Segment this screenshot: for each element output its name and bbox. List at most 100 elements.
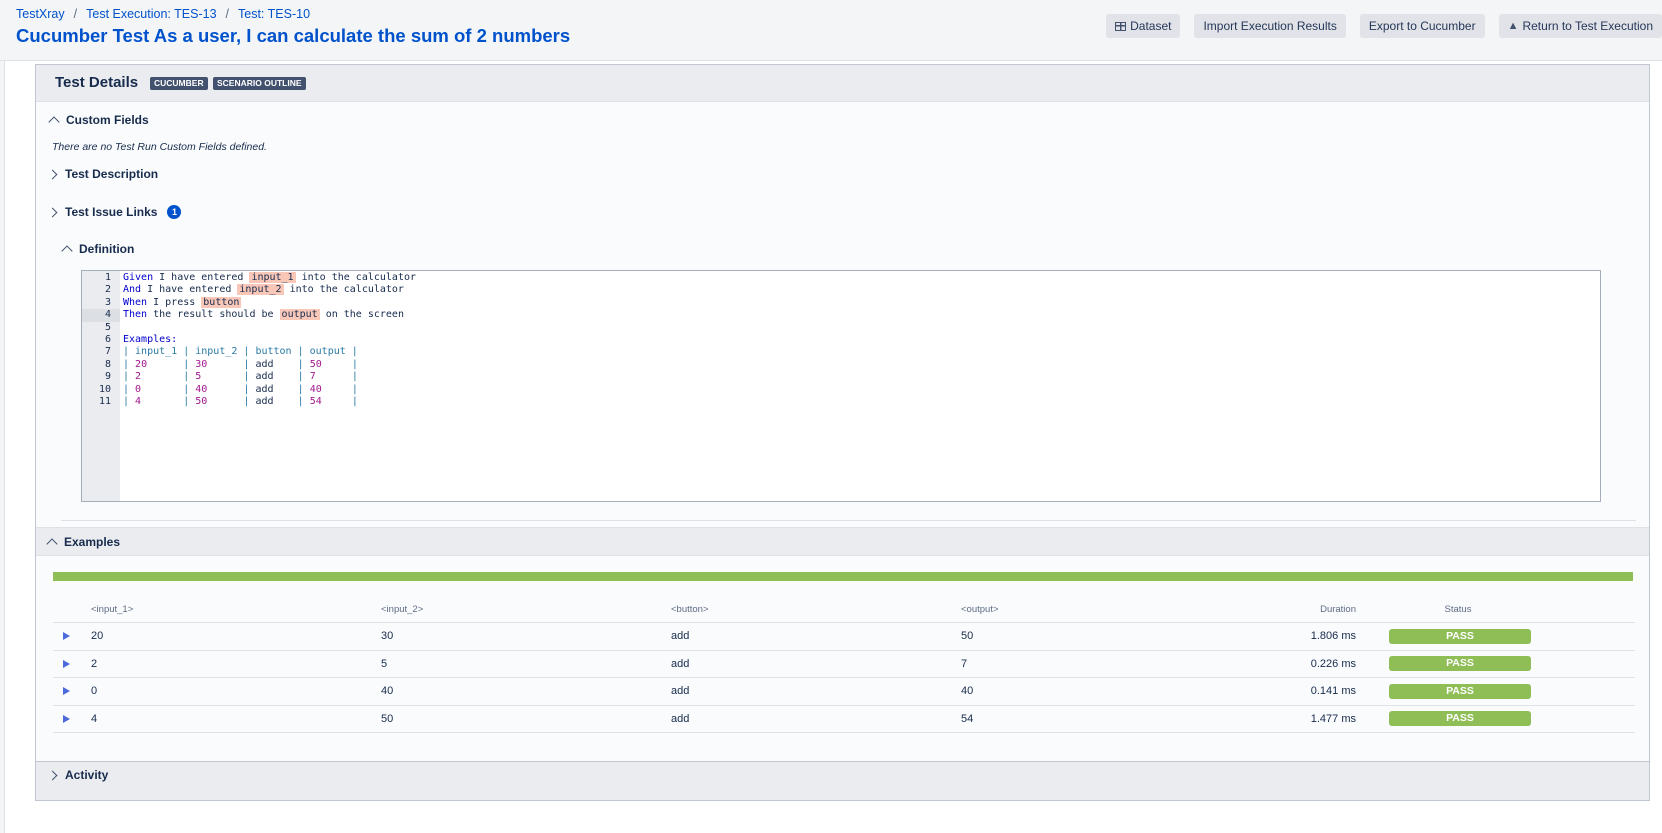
parameter-token: input_2 bbox=[237, 284, 284, 296]
code-token: | bbox=[297, 358, 310, 370]
chevron-right-icon bbox=[47, 770, 58, 780]
cell-output: 54 bbox=[961, 705, 1221, 733]
chevron-up-icon bbox=[48, 116, 60, 128]
cell-duration: 1.806 ms bbox=[1221, 622, 1381, 651]
code-token: | bbox=[351, 396, 358, 407]
breadcrumb: TestXray / Test Execution: TES-13/Test: TE… bbox=[16, 7, 311, 21]
code-token: add bbox=[255, 371, 298, 383]
keyword-token: And bbox=[123, 284, 142, 296]
breadcrumb-test[interactable]: Test: TES-10 bbox=[238, 7, 310, 21]
col-input-1: <input_1> bbox=[91, 596, 381, 623]
definition-code-editor[interactable]: 1 Given I have entered input_1 into the c… bbox=[81, 270, 1601, 502]
code-line: 8 | 20 | 30 | add | 50 | bbox=[82, 359, 1600, 371]
col-status: Status bbox=[1381, 596, 1635, 623]
keyword-token: Given bbox=[123, 272, 154, 283]
line-number: 1 bbox=[104, 272, 111, 283]
code-token: | bbox=[183, 371, 196, 383]
custom-fields-toggle[interactable]: Custom Fields bbox=[48, 113, 149, 128]
code-token: | bbox=[351, 371, 358, 383]
expand-row-icon[interactable] bbox=[63, 687, 70, 696]
activity-toggle[interactable]: Activity bbox=[47, 768, 108, 782]
cell-input-1: 2 bbox=[91, 650, 381, 678]
cell-input-2: 5 bbox=[381, 650, 671, 678]
code-token: | bbox=[243, 396, 256, 407]
code-line: 9 | 2 | 5 | add | 7 | bbox=[82, 371, 1600, 383]
code-token: | bbox=[123, 383, 136, 395]
test-description-toggle[interactable]: Test Description bbox=[47, 167, 158, 181]
cell-button: add bbox=[671, 622, 961, 651]
code-line: 5 bbox=[82, 322, 1600, 334]
code-token: | bbox=[243, 383, 256, 395]
code-line: 2 And I have entered input_2 into the cal… bbox=[82, 284, 1600, 296]
status-badge: PASS bbox=[1389, 656, 1531, 672]
examples-table-row[interactable]: 20 30 add 50 1.806 ms PASS bbox=[53, 622, 1635, 651]
examples-header: Examples bbox=[36, 527, 1649, 556]
examples-table-row[interactable]: 2 5 add 7 0.226 ms PASS bbox=[53, 650, 1635, 678]
code-token: | bbox=[297, 383, 310, 395]
status-badge: PASS bbox=[1389, 628, 1531, 644]
col-input-2: <input_2> bbox=[381, 596, 671, 623]
parameter-token: button bbox=[201, 296, 242, 308]
breadcrumb-testxray[interactable]: TestXray bbox=[16, 7, 65, 21]
cell-button: add bbox=[671, 650, 961, 678]
code-token: 20 bbox=[135, 358, 184, 370]
code-token: 7 bbox=[309, 371, 352, 383]
line-number: 5 bbox=[104, 321, 111, 333]
code-token: I have entered bbox=[153, 272, 250, 283]
code-token: | bbox=[123, 358, 136, 370]
keyword-token: Examples: bbox=[123, 334, 178, 345]
line-number: 6 bbox=[104, 334, 111, 345]
cell-output: 7 bbox=[961, 650, 1221, 678]
cell-button: add bbox=[671, 705, 961, 733]
code-token: | bbox=[243, 358, 256, 370]
export-to-cucumber-button[interactable]: Export to Cucumber bbox=[1359, 14, 1485, 38]
cell-button: add bbox=[671, 677, 961, 706]
examples-table: <input_1> <input_2> <button> <output> Du… bbox=[53, 596, 1635, 733]
return-to-test-execution-button[interactable]: ▲ Return to Test Execution bbox=[1498, 14, 1662, 38]
code-token: I press bbox=[147, 296, 202, 308]
examples-toggle[interactable]: Examples bbox=[46, 535, 120, 550]
chevron-up-icon bbox=[61, 245, 73, 257]
code-line: 11 | 4 | 50 | add | 54 | bbox=[82, 396, 1600, 408]
keyword-token: When bbox=[123, 296, 148, 308]
code-token: 0 bbox=[135, 383, 184, 395]
line-number: 10 bbox=[98, 383, 111, 395]
col-duration: Duration bbox=[1221, 596, 1381, 623]
code-text: | 2 | 5 | add | 7 | bbox=[123, 371, 358, 383]
dataset-button[interactable]: Dataset bbox=[1106, 14, 1181, 38]
code-token: 50 bbox=[195, 396, 244, 407]
page-header: TestXray / Test Execution: TES-13/Test: TE… bbox=[0, 0, 1662, 61]
breadcrumb-test-execution[interactable]: Test Execution: TES-13 bbox=[86, 7, 216, 21]
code-token: | bbox=[183, 358, 196, 370]
status-badge: PASS bbox=[1389, 683, 1531, 699]
test-issue-links-toggle[interactable]: Test Issue Links 1 bbox=[47, 205, 182, 219]
chevron-right-icon bbox=[47, 169, 58, 179]
table-icon bbox=[1115, 21, 1127, 31]
no-custom-fields-note: There are no Test Run Custom Fields defi… bbox=[52, 141, 267, 153]
cell-input-2: 40 bbox=[381, 677, 671, 706]
expand-row-icon[interactable] bbox=[63, 714, 70, 723]
code-token: | bbox=[183, 396, 196, 407]
code-text: And I have entered input_2 into the calc… bbox=[123, 284, 404, 296]
definition-toggle[interactable]: Definition bbox=[61, 242, 134, 257]
expand-row-icon[interactable] bbox=[63, 659, 70, 668]
code-line: 6 Examples: bbox=[82, 334, 1600, 346]
scenario-outline-lozenge: SCENARIO OUTLINE bbox=[213, 77, 306, 90]
code-token: add bbox=[255, 383, 298, 395]
test-details-title: Test Details bbox=[55, 74, 139, 91]
code-line: 4 Then the result should be output on the… bbox=[82, 309, 1600, 322]
code-text: When I press button bbox=[123, 296, 242, 309]
cell-output: 50 bbox=[961, 622, 1221, 651]
examples-table-row[interactable]: 0 40 add 40 0.141 ms PASS bbox=[53, 677, 1635, 706]
examples-table-row[interactable]: 4 50 add 54 1.477 ms PASS bbox=[53, 705, 1635, 733]
import-execution-results-button[interactable]: Import Execution Results bbox=[1194, 14, 1346, 38]
code-text: | 20 | 30 | add | 50 | bbox=[123, 359, 358, 371]
code-token: | bbox=[243, 371, 256, 383]
code-text: | 0 | 40 | add | 40 | bbox=[123, 384, 358, 396]
line-number: 2 bbox=[104, 284, 111, 296]
code-text: | input_1 | input_2 | button | output | bbox=[123, 346, 358, 358]
test-details-header: Test Details CUCUMBER SCENARIO OUTLINE bbox=[36, 65, 1649, 102]
code-token: | input_1 | input_2 | button | output | bbox=[123, 346, 358, 358]
expand-row-icon[interactable] bbox=[63, 632, 70, 641]
cell-input-1: 20 bbox=[91, 622, 381, 651]
